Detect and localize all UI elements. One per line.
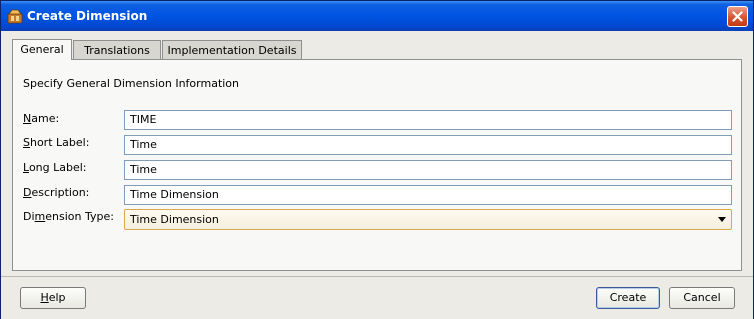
tab-translations[interactable]: Translations bbox=[73, 40, 161, 59]
general-tab-panel: Specify General Dimension Information Na… bbox=[12, 59, 742, 271]
section-heading: Specify General Dimension Information bbox=[23, 77, 240, 90]
close-icon bbox=[732, 11, 743, 22]
name-label: Name: bbox=[23, 112, 60, 125]
dimension-type-label: Dimension Type: bbox=[23, 210, 114, 223]
dimension-type-select[interactable]: Time Dimension bbox=[124, 209, 732, 230]
title-bar[interactable]: Create Dimension bbox=[1, 1, 753, 31]
tab-implementation-details[interactable]: Implementation Details bbox=[162, 40, 302, 59]
description-label: Description: bbox=[23, 186, 90, 199]
name-field[interactable]: TIME bbox=[124, 110, 732, 130]
short-label-field[interactable]: Time bbox=[124, 135, 732, 155]
dimension-app-icon bbox=[7, 8, 23, 24]
short-label-label: Short Label: bbox=[23, 136, 90, 149]
help-button[interactable]: Help bbox=[20, 287, 86, 309]
description-field[interactable]: Time Dimension bbox=[124, 185, 732, 205]
close-button[interactable] bbox=[727, 6, 748, 27]
tab-general[interactable]: General bbox=[12, 39, 72, 60]
chevron-down-icon[interactable] bbox=[718, 217, 726, 222]
button-bar: Help Create Cancel bbox=[1, 276, 753, 319]
long-label-field[interactable]: Time bbox=[124, 160, 732, 180]
dimension-type-value: Time Dimension bbox=[130, 213, 219, 226]
dialog-body: General Translations Implementation Deta… bbox=[1, 31, 753, 276]
window-title: Create Dimension bbox=[27, 9, 148, 23]
long-label-label: Long Label: bbox=[23, 161, 87, 174]
create-button[interactable]: Create bbox=[596, 287, 660, 309]
cancel-button[interactable]: Cancel bbox=[669, 287, 735, 309]
create-dimension-dialog: Create Dimension General Translations Im… bbox=[0, 0, 754, 319]
